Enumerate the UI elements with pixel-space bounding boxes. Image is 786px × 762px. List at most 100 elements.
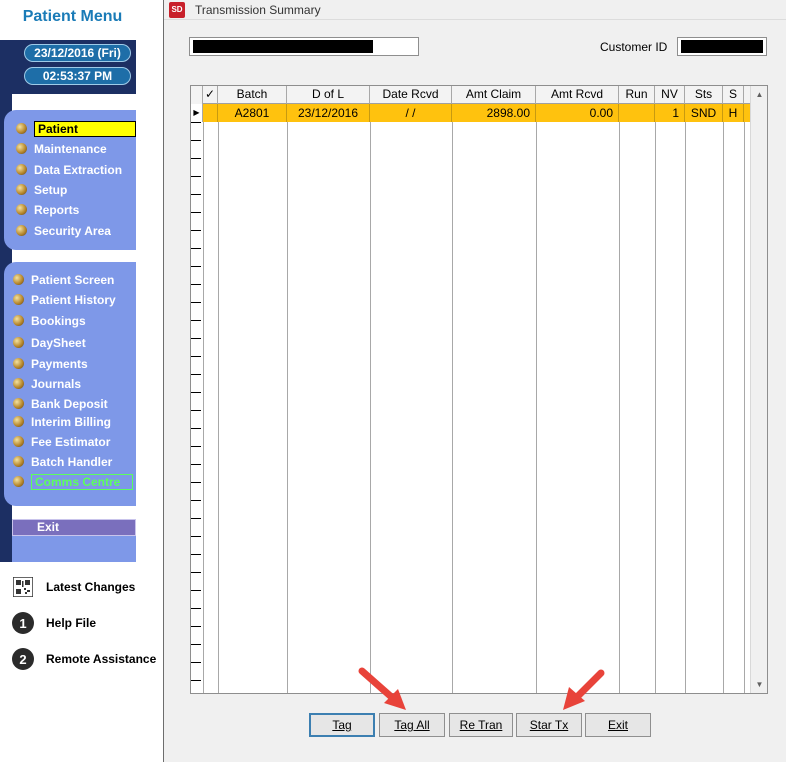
menu-item-payments[interactable]: Payments bbox=[13, 355, 88, 372]
row-indicator-tick bbox=[191, 590, 201, 591]
row-indicator-tick bbox=[191, 410, 201, 411]
patient-name-field[interactable] bbox=[189, 37, 419, 56]
link-label: Help File bbox=[46, 616, 97, 630]
grid-column-separator bbox=[685, 104, 686, 693]
gold-ball-icon bbox=[16, 204, 27, 215]
menu-item-patient[interactable]: Patient bbox=[16, 120, 136, 137]
customer-id-label: Customer ID bbox=[600, 40, 668, 54]
menu-item-security-area[interactable]: Security Area bbox=[16, 222, 111, 239]
cell-batch[interactable]: A2801 bbox=[218, 104, 287, 122]
qr-code-icon bbox=[12, 576, 34, 598]
menu-item-label: Fee Estimator bbox=[31, 434, 111, 449]
menu-item-label: Security Area bbox=[34, 223, 111, 238]
customer-id-field[interactable] bbox=[677, 37, 767, 56]
menu-item-fee-estimator[interactable]: Fee Estimator bbox=[13, 433, 110, 450]
row-indicator-header bbox=[191, 86, 203, 104]
menu-item-journals[interactable]: Journals bbox=[13, 375, 81, 392]
column-header-dol[interactable]: D of L bbox=[287, 86, 370, 104]
menu-item-label: Batch Handler bbox=[31, 454, 113, 469]
menu-item-label: Bookings bbox=[31, 313, 86, 328]
menu-item-label: Bank Deposit bbox=[31, 396, 108, 411]
menu-item-label: Maintenance bbox=[34, 141, 107, 156]
window-title: Transmission Summary bbox=[195, 2, 321, 17]
menu-item-comms-centre[interactable]: Comms Centre bbox=[13, 473, 133, 490]
column-header-check[interactable]: ✓ bbox=[203, 86, 218, 104]
column-header-nv[interactable]: NV bbox=[655, 86, 685, 104]
row-indicator-tick bbox=[191, 230, 201, 231]
cell-nv[interactable]: 1 bbox=[655, 104, 685, 122]
latest-changes-link[interactable]: Latest Changes bbox=[12, 575, 135, 599]
cell-amt-claim[interactable]: 2898.00 bbox=[452, 104, 536, 122]
grid-column-separator bbox=[723, 104, 724, 693]
secondary-menu-panel: Patient Screen Patient History Bookings … bbox=[4, 262, 136, 506]
menu-item-daysheet[interactable]: DaySheet bbox=[13, 334, 86, 351]
menu-item-label: Journals bbox=[31, 376, 82, 391]
cell-sts[interactable]: SND bbox=[685, 104, 723, 122]
row-indicator-tick bbox=[191, 626, 201, 627]
grid-column-separator bbox=[370, 104, 371, 693]
scroll-down-icon[interactable]: ▼ bbox=[751, 676, 767, 693]
column-header-s[interactable]: S bbox=[723, 86, 744, 104]
column-header-batch[interactable]: Batch bbox=[218, 86, 287, 104]
star-tx-button[interactable]: Star Tx bbox=[516, 713, 582, 737]
gold-ball-icon bbox=[16, 143, 27, 154]
gold-ball-icon bbox=[13, 476, 24, 487]
menu-item-interim-billing[interactable]: Interim Billing bbox=[13, 413, 111, 430]
tag-all-button[interactable]: Tag All bbox=[379, 713, 445, 737]
window-titlebar: SD Transmission Summary bbox=[164, 0, 786, 20]
menu-item-label: Setup bbox=[34, 182, 68, 197]
cell-check[interactable] bbox=[203, 104, 218, 122]
help-file-link[interactable]: 1 Help File bbox=[12, 611, 96, 635]
cell-dol[interactable]: 23/12/2016 bbox=[287, 104, 370, 122]
re-tran-button[interactable]: Re Tran bbox=[449, 713, 513, 737]
sidebar-footer-panel bbox=[12, 536, 136, 562]
gold-ball-icon bbox=[13, 315, 24, 326]
menu-item-bank-deposit[interactable]: Bank Deposit bbox=[13, 395, 108, 412]
transmission-grid[interactable]: ✓ Batch D of L Date Rcvd Amt Claim Amt R… bbox=[190, 85, 768, 694]
column-header-amt-claim[interactable]: Amt Claim bbox=[452, 86, 536, 104]
gold-ball-icon bbox=[13, 416, 24, 427]
link-label: Remote Assistance bbox=[46, 652, 157, 666]
grid-column-separator bbox=[619, 104, 620, 693]
table-row[interactable]: ▶ A2801 23/12/2016 / / 2898.00 0.00 1 SN… bbox=[191, 104, 751, 122]
row-indicator-tick bbox=[191, 302, 201, 303]
cell-s[interactable]: H bbox=[723, 104, 744, 122]
exit-button[interactable]: Exit bbox=[585, 713, 651, 737]
cell-amt-rcvd[interactable]: 0.00 bbox=[536, 104, 619, 122]
menu-item-batch-handler[interactable]: Batch Handler bbox=[13, 453, 112, 470]
row-indicator-tick bbox=[191, 284, 201, 285]
transmission-summary-window: SD Transmission Summary Customer ID ✓ Ba… bbox=[163, 0, 786, 762]
menu-item-label: Data Extraction bbox=[34, 162, 123, 177]
menu-item-reports[interactable]: Reports bbox=[16, 201, 79, 218]
grid-vertical-scrollbar[interactable]: ▲ ▼ bbox=[750, 86, 767, 693]
menu-item-setup[interactable]: Setup bbox=[16, 181, 67, 198]
menu-item-bookings[interactable]: Bookings bbox=[13, 312, 86, 329]
row-indicator-tick bbox=[191, 266, 201, 267]
row-indicator-tick bbox=[191, 140, 201, 141]
menu-item-label: Patient Screen bbox=[31, 272, 115, 287]
menu-item-patient-history[interactable]: Patient History bbox=[13, 291, 116, 308]
menu-item-label: Payments bbox=[31, 356, 88, 371]
sidebar-exit-button[interactable]: Exit bbox=[12, 519, 136, 536]
time-display: 02:53:37 PM bbox=[24, 67, 131, 85]
menu-item-maintenance[interactable]: Maintenance bbox=[16, 140, 107, 157]
scroll-up-icon[interactable]: ▲ bbox=[751, 86, 767, 103]
column-header-amt-rcvd[interactable]: Amt Rcvd bbox=[536, 86, 619, 104]
column-header-date-rcvd[interactable]: Date Rcvd bbox=[370, 86, 452, 104]
row-indicator-tick bbox=[191, 194, 201, 195]
menu-item-patient-screen[interactable]: Patient Screen bbox=[13, 271, 114, 288]
grid-column-separator bbox=[218, 104, 219, 693]
gold-ball-icon bbox=[13, 337, 24, 348]
column-header-run[interactable]: Run bbox=[619, 86, 655, 104]
cell-date-rcvd[interactable]: / / bbox=[370, 104, 452, 122]
redacted-text bbox=[193, 40, 373, 53]
gold-ball-icon bbox=[16, 225, 27, 236]
remote-assistance-link[interactable]: 2 Remote Assistance bbox=[12, 647, 156, 671]
menu-item-data-extraction[interactable]: Data Extraction bbox=[16, 161, 122, 178]
number-1-icon: 1 bbox=[12, 612, 34, 634]
menu-item-label: Interim Billing bbox=[31, 414, 112, 429]
cell-run[interactable] bbox=[619, 104, 655, 122]
gold-ball-icon bbox=[16, 123, 27, 134]
column-header-sts[interactable]: Sts bbox=[685, 86, 723, 104]
tag-button[interactable]: Tag bbox=[309, 713, 375, 737]
